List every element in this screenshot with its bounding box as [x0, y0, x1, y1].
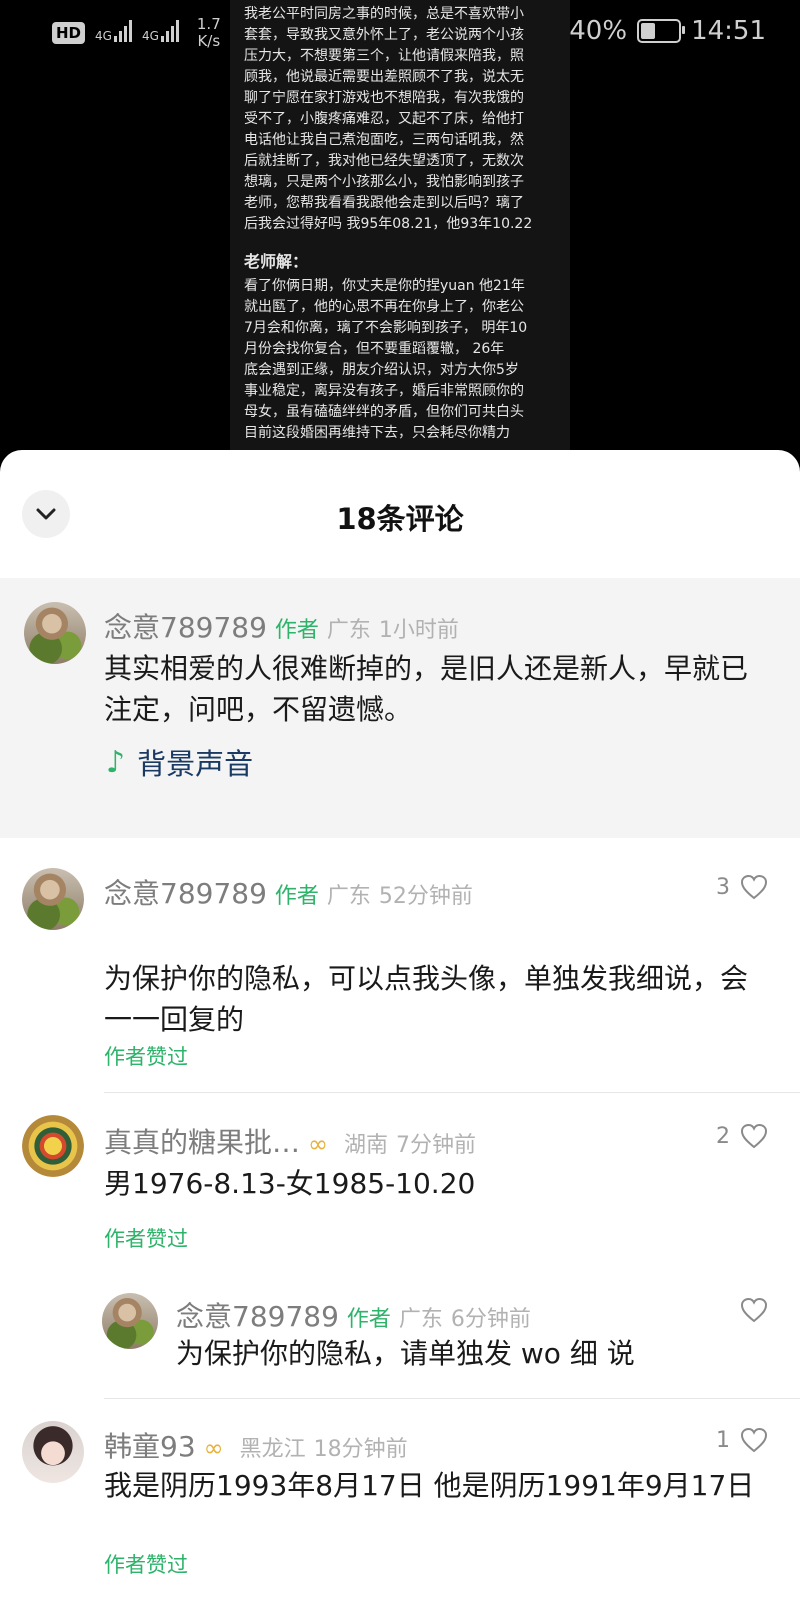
like-button[interactable]: 1 — [716, 1427, 768, 1453]
username[interactable]: 念意789789 — [176, 1295, 339, 1335]
comment-item[interactable]: 念意789789 作者 广东 52分钟前 3 为保护你的隐私，可以点我头像，单独… — [0, 838, 800, 1069]
clock: 14:51 — [691, 16, 766, 46]
timestamp: 1小时前 — [378, 618, 459, 643]
heart-icon — [740, 874, 768, 900]
heart-icon — [740, 1123, 768, 1149]
comment-text: 为保护你的隐私，请单独发 wo 细 说 — [176, 1337, 635, 1370]
like-count: 1 — [716, 1427, 730, 1453]
comment-text: 为保护你的隐私，可以点我头像，单独发我细说，会一一回复的 — [104, 962, 749, 1036]
author-liked-label: 作者赞过 — [104, 1227, 188, 1251]
location: 广东 — [326, 618, 371, 643]
avatar[interactable] — [24, 602, 86, 664]
location: 广东 — [398, 1307, 443, 1332]
comment-item[interactable]: 韩童93 ∞ 黑龙江 18分钟前 1 我是阴历1993年8月17日 他是阴历19… — [0, 1399, 800, 1623]
like-button[interactable] — [740, 1297, 768, 1323]
author-liked-label: 作者赞过 — [104, 1045, 188, 1069]
battery-icon — [637, 19, 686, 43]
sheet-header: 18条评论 — [0, 450, 800, 578]
author-badge: 作者 — [274, 884, 319, 909]
teacher-answer-heading: 老师解： — [244, 252, 309, 271]
pinned-comment[interactable]: 念意789789 作者 广东 1小时前 其实相爱的人很难断掉的，是旧人还是新人，… — [0, 578, 800, 838]
post-answer: 看了你俩日期，你丈夫是你的捏yuan 他21年 就出匦了，他的心思不再在你身上了… — [244, 278, 528, 441]
like-button[interactable]: 2 — [716, 1123, 768, 1149]
location: 湖南 — [344, 1133, 389, 1158]
comment-sheet: 18条评论 念意789789 作者 广东 1小时前 其实相爱的人很难断掉的，是旧… — [0, 450, 800, 1623]
like-button[interactable]: 3 — [716, 874, 768, 900]
music-note-icon: ♪ — [106, 744, 126, 780]
like-count: 2 — [716, 1123, 730, 1149]
network-speed: 1.7 K/s — [196, 15, 221, 50]
hd-badge: HD — [52, 22, 86, 44]
heart-icon — [740, 1427, 768, 1453]
avatar[interactable] — [22, 1421, 84, 1483]
comment-count-title: 18条评论 — [336, 502, 464, 536]
location: 黑龙江 — [239, 1437, 306, 1462]
like-count: 3 — [716, 874, 730, 900]
music-label: 背景声音 — [137, 747, 254, 781]
heart-icon — [740, 1297, 768, 1323]
comment-text: 其实相爱的人很难断掉的，是旧人还是新人，早就已注定，问吧，不留遗憾。 — [104, 652, 749, 726]
avatar[interactable] — [22, 1115, 84, 1177]
username[interactable]: 念意789789 — [104, 606, 267, 646]
timestamp: 6分钟前 — [450, 1307, 531, 1332]
author-liked-label: 作者赞过 — [104, 1553, 188, 1577]
comment-item[interactable]: 真真的糖果批… ∞ 湖南 7分钟前 2 男1976-8.13-女1985-10.… — [0, 1093, 800, 1398]
signal-icon: 4G — [95, 20, 132, 42]
post-image[interactable]: 我老公平时同房之事的时候，总是不喜欢带小 套套，导致我又意外怀上了，老公说两个小… — [230, 0, 570, 450]
username[interactable]: 韩童93 — [104, 1425, 196, 1465]
username[interactable]: 真真的糖果批… — [104, 1121, 300, 1161]
signal-icon-2: 4G — [142, 20, 179, 42]
background-sound-link[interactable]: ♪ 背景声音 — [106, 741, 253, 783]
author-badge: 作者 — [274, 618, 319, 643]
avatar[interactable] — [22, 868, 84, 930]
vip-badge-icon: ∞ — [203, 1434, 224, 1462]
username[interactable]: 念意789789 — [104, 872, 267, 912]
post-question: 我老公平时同房之事的时候，总是不喜欢带小 套套，导致我又意外怀上了，老公说两个小… — [244, 6, 533, 232]
comment-text: 男1976-8.13-女1985-10.20 — [104, 1167, 476, 1200]
timestamp: 52分钟前 — [378, 884, 473, 909]
timestamp: 18分钟前 — [313, 1437, 408, 1462]
battery-percent: 40% — [569, 16, 628, 46]
avatar[interactable] — [102, 1293, 158, 1349]
author-badge: 作者 — [346, 1307, 391, 1332]
vip-badge-icon: ∞ — [308, 1130, 329, 1158]
comment-text: 我是阴历1993年8月17日 他是阴历1991年9月17日 — [104, 1469, 755, 1502]
location: 广东 — [326, 884, 371, 909]
timestamp: 7分钟前 — [396, 1133, 477, 1158]
